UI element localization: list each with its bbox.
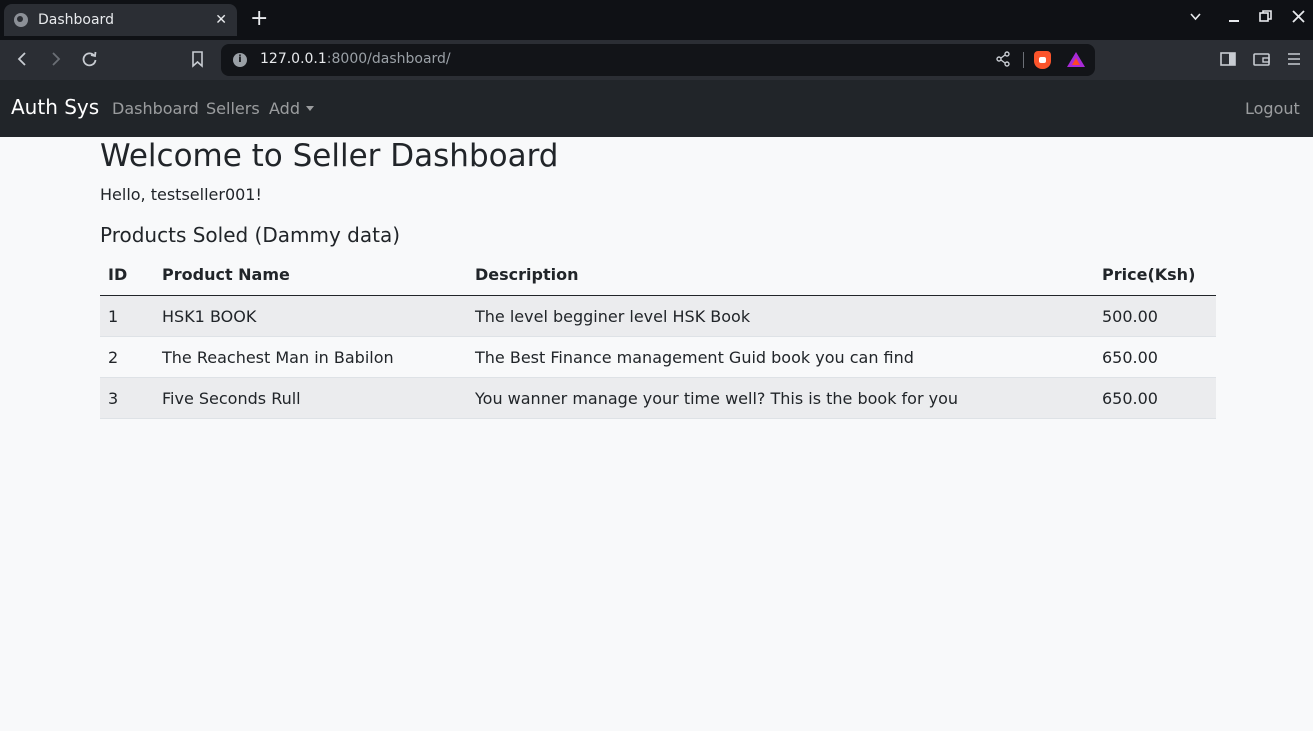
share-icon[interactable] bbox=[995, 50, 1011, 72]
logout-link[interactable]: Logout bbox=[1245, 99, 1300, 118]
bookmark-icon[interactable] bbox=[191, 50, 204, 73]
browser-toolbar: i 127.0.0.1:8000/dashboard/ bbox=[0, 40, 1313, 80]
address-bar-divider bbox=[1023, 52, 1024, 68]
app-navbar: Auth Sys Dashboard Sellers Add Logout bbox=[0, 80, 1313, 137]
greeting-text: Hello, testseller001! bbox=[100, 185, 262, 204]
cell-product-name: Five Seconds Rull bbox=[154, 377, 467, 419]
cell-price: 650.00 bbox=[1094, 377, 1216, 419]
page-title: Welcome to Seller Dashboard bbox=[100, 138, 559, 174]
cell-id: 2 bbox=[100, 336, 154, 378]
table-row: 1 HSK1 BOOK The level begginer level HSK… bbox=[100, 295, 1216, 337]
globe-icon bbox=[14, 13, 28, 27]
cell-price: 500.00 bbox=[1094, 295, 1216, 337]
cell-id: 1 bbox=[100, 295, 154, 337]
table-row: 2 The Reachest Man in Babilon The Best F… bbox=[100, 336, 1216, 378]
table-header-price: Price(Ksh) bbox=[1094, 254, 1216, 296]
products-table: ID Product Name Description Price(Ksh) 1… bbox=[100, 254, 1216, 419]
tab-title: Dashboard bbox=[38, 12, 114, 28]
address-bar[interactable]: i 127.0.0.1:8000/dashboard/ bbox=[221, 44, 1095, 76]
browser-tab-strip: Dashboard ✕ + bbox=[0, 0, 1313, 40]
cell-description: You wanner manage your time well? This i… bbox=[467, 377, 1094, 419]
new-tab-button[interactable]: + bbox=[250, 7, 268, 31]
cell-description: The Best Finance management Guid book yo… bbox=[467, 336, 1094, 378]
table-header-row: ID Product Name Description Price(Ksh) bbox=[100, 254, 1216, 296]
cell-product-name: HSK1 BOOK bbox=[154, 295, 467, 337]
back-icon[interactable] bbox=[15, 50, 29, 73]
site-info-icon[interactable]: i bbox=[233, 53, 247, 67]
tab-search-icon[interactable] bbox=[1189, 10, 1202, 27]
tab-close-icon[interactable]: ✕ bbox=[215, 12, 227, 28]
forward-icon[interactable] bbox=[49, 50, 63, 73]
brand-link[interactable]: Auth Sys bbox=[11, 95, 99, 119]
cell-description: The level begginer level HSK Book bbox=[467, 295, 1094, 337]
menu-icon[interactable] bbox=[1287, 50, 1301, 73]
window-close-icon[interactable] bbox=[1292, 10, 1305, 27]
caret-down-icon bbox=[305, 106, 314, 111]
section-title: Products Soled (Dammy data) bbox=[100, 223, 401, 247]
table-header-description: Description bbox=[467, 254, 1094, 296]
table-header-product-name: Product Name bbox=[154, 254, 467, 296]
url-text[interactable]: 127.0.0.1:8000/dashboard/ bbox=[260, 51, 451, 67]
minimize-icon[interactable] bbox=[1228, 10, 1240, 27]
brave-rewards-icon[interactable] bbox=[1067, 52, 1085, 67]
cell-product-name: The Reachest Man in Babilon bbox=[154, 336, 467, 378]
nav-link-sellers[interactable]: Sellers bbox=[206, 99, 260, 118]
brave-shields-icon[interactable] bbox=[1034, 51, 1051, 69]
browser-tab[interactable]: Dashboard ✕ bbox=[4, 4, 237, 36]
reload-icon[interactable] bbox=[81, 50, 98, 73]
wallet-icon[interactable] bbox=[1253, 50, 1270, 73]
nav-link-dashboard[interactable]: Dashboard bbox=[112, 99, 199, 118]
nav-dropdown-add[interactable]: Add bbox=[269, 99, 314, 118]
cell-price: 650.00 bbox=[1094, 336, 1216, 378]
table-header-id: ID bbox=[100, 254, 154, 296]
nav-dropdown-add-label: Add bbox=[269, 99, 300, 118]
cell-id: 3 bbox=[100, 377, 154, 419]
sidebar-icon[interactable] bbox=[1220, 50, 1236, 73]
table-row: 3 Five Seconds Rull You wanner manage yo… bbox=[100, 377, 1216, 419]
restore-icon[interactable] bbox=[1259, 10, 1272, 27]
